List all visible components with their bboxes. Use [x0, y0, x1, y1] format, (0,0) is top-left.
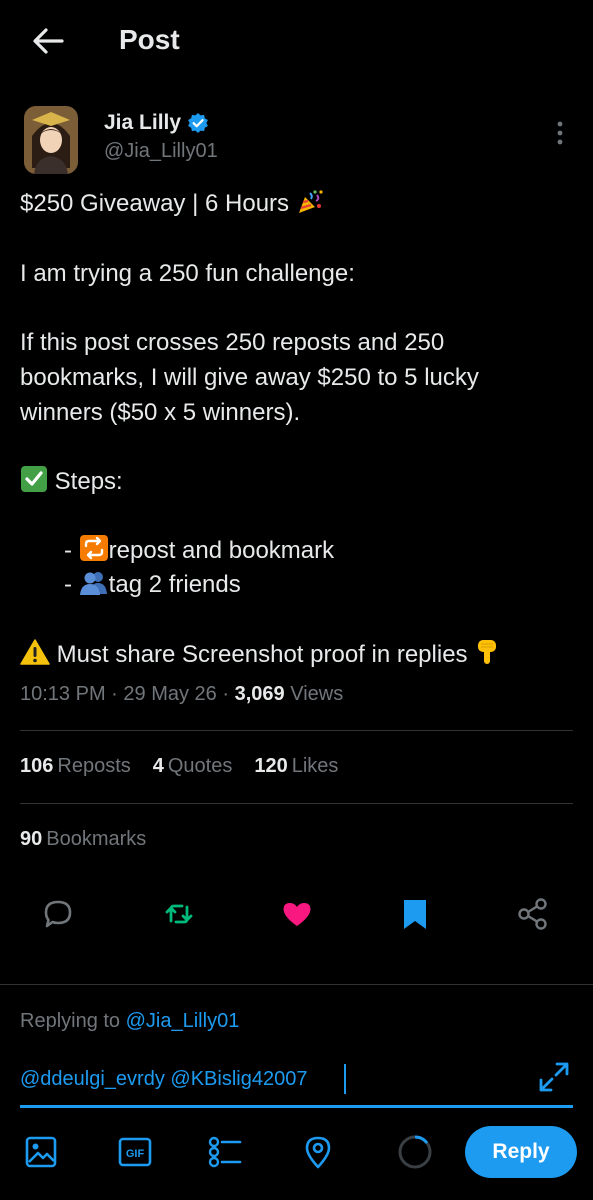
post-text: If this post crosses 250 reposts and 250 — [20, 329, 445, 356]
share-icon[interactable] — [516, 897, 550, 931]
step-dash: - — [64, 537, 72, 564]
image-icon[interactable] — [23, 1134, 59, 1170]
replying-prefix: Replying to — [20, 1010, 121, 1032]
warning-line: Must share Screenshot proof in replies — [20, 637, 500, 672]
engagement-stats: 106 Reposts 4 Quotes 120 Likes — [20, 755, 360, 778]
replying-handle-link[interactable]: @Jia_Lilly01 — [126, 1010, 240, 1032]
views-count: 3,069 — [234, 683, 285, 705]
post-text: winners ($50 x 5 winners). — [20, 399, 301, 426]
meta-separator: · — [111, 683, 118, 705]
party-popper-icon — [298, 190, 323, 213]
post-date: 29 May 26 — [123, 683, 217, 705]
likes-stat[interactable]: 120 Likes — [254, 755, 338, 778]
steps-label: Steps: — [54, 468, 123, 495]
views-label: Views — [290, 683, 344, 705]
author-handle[interactable]: @Jia_Lilly01 — [104, 140, 218, 163]
reply-button[interactable]: Reply — [465, 1126, 577, 1178]
post-time: 10:13 PM — [20, 683, 106, 705]
expand-icon[interactable] — [537, 1060, 571, 1094]
meta-separator: · — [222, 683, 230, 705]
like-heart-icon[interactable] — [280, 897, 314, 931]
poll-icon[interactable] — [207, 1134, 243, 1170]
text-cursor — [344, 1064, 346, 1094]
check-mark-button-icon — [21, 466, 47, 492]
reposts-label: Reposts — [57, 755, 131, 777]
bookmarks-count: 90 — [20, 828, 43, 850]
step-item: - repost and bookmark — [64, 533, 334, 568]
step-item: - tag 2 friends — [64, 567, 241, 602]
divider — [20, 803, 573, 804]
likes-count: 120 — [254, 755, 288, 777]
bookmarks-label: Bookmarks — [46, 828, 147, 850]
bookmark-icon[interactable] — [398, 897, 432, 931]
gif-icon[interactable]: GIF — [117, 1134, 153, 1170]
reposts-stat[interactable]: 106 Reposts — [20, 755, 131, 778]
reposts-count: 106 — [20, 755, 54, 777]
quotes-count: 4 — [152, 755, 164, 777]
comment-icon[interactable] — [41, 897, 75, 931]
back-arrow-icon[interactable] — [30, 26, 64, 56]
location-icon[interactable] — [300, 1134, 336, 1170]
busts-in-silhouette-icon — [79, 572, 107, 595]
post-meta: 10:13 PM · 29 May 26 · 3,069 Views — [20, 683, 343, 706]
replying-to: Replying to @Jia_Lilly01 — [20, 1010, 239, 1033]
post-line: $250 Giveaway | 6 Hours — [20, 186, 324, 221]
more-vertical-icon[interactable] — [548, 120, 572, 146]
author-name[interactable]: Jia Lilly — [104, 111, 181, 135]
page-title: Post — [119, 24, 180, 55]
bookmarks-stat[interactable]: 90 Bookmarks — [20, 828, 146, 851]
warning-icon — [20, 639, 50, 665]
post-text: I am trying a 250 fun challenge: — [20, 260, 355, 287]
input-underline — [20, 1105, 573, 1108]
author-name-row: Jia Lilly — [104, 111, 209, 135]
quotes-stat[interactable]: 4 Quotes — [153, 755, 233, 778]
repost-icon[interactable] — [162, 897, 196, 931]
top-bar: Post — [0, 0, 593, 84]
likes-label: Likes — [291, 755, 339, 777]
divider — [20, 730, 573, 731]
avatar[interactable] — [24, 106, 78, 174]
gif-label: GIF — [126, 1148, 145, 1160]
post-text: bookmarks, I will give away $250 to 5 lu… — [20, 364, 479, 391]
pointing-down-hand-icon — [478, 640, 497, 664]
step-dash: - — [64, 571, 72, 598]
quotes-label: Quotes — [167, 755, 233, 777]
step-text: tag 2 friends — [108, 571, 241, 598]
repeat-button-icon — [79, 535, 108, 561]
reply-input[interactable] — [20, 1064, 520, 1094]
steps-heading: Steps: — [20, 464, 123, 499]
progress-ring-icon — [398, 1135, 432, 1169]
divider — [0, 984, 593, 985]
post-text: $250 Giveaway | 6 Hours — [20, 190, 290, 217]
step-text: repost and bookmark — [108, 537, 335, 564]
warning-text: Must share Screenshot proof in replies — [56, 641, 468, 668]
verified-badge-icon — [188, 113, 208, 133]
